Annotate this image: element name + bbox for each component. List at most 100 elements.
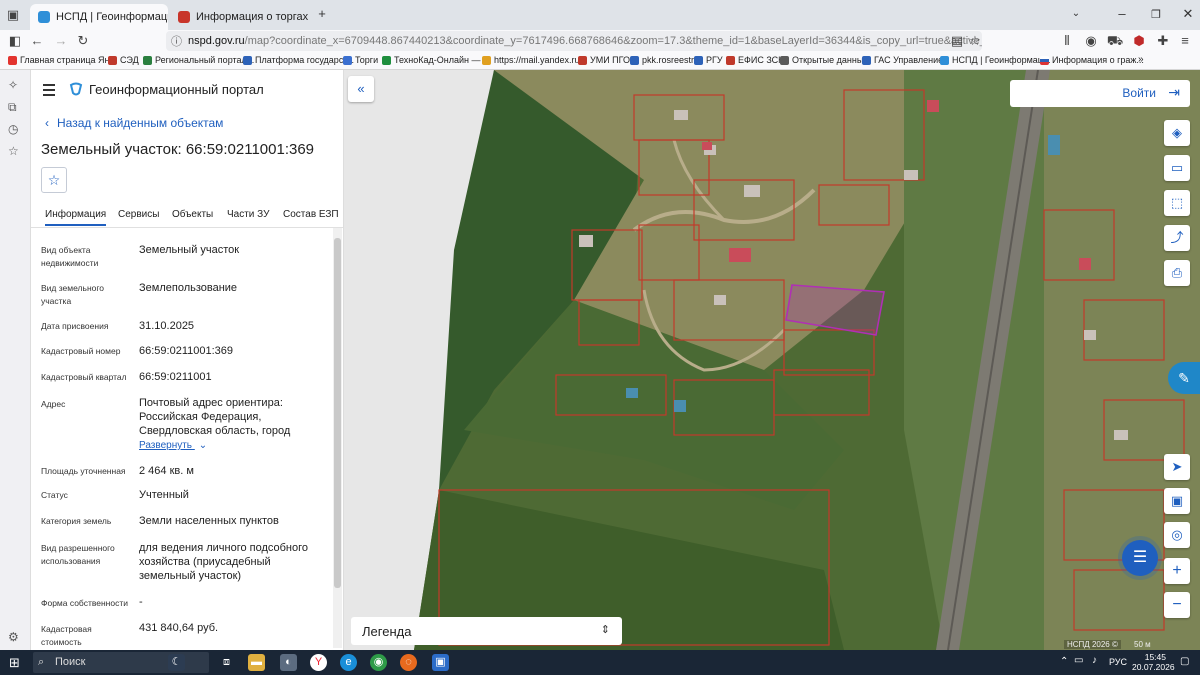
- bookmark-item[interactable]: ТехноКад-Онлайн — ...: [382, 55, 491, 65]
- close-window-icon[interactable]: ✕: [1178, 6, 1198, 22]
- chat-button[interactable]: ☰: [1122, 540, 1158, 576]
- app-icon[interactable]: ◐: [280, 654, 297, 671]
- tray-overflow-icon[interactable]: ⌃: [1060, 656, 1068, 667]
- reader-view-icon[interactable]: ▤: [948, 33, 966, 49]
- network-icon[interactable]: ▭: [1074, 655, 1083, 666]
- minimize-icon[interactable]: –: [1112, 6, 1132, 21]
- new-tab-icon[interactable]: +: [312, 6, 332, 21]
- file-explorer-icon[interactable]: ▬: [248, 654, 265, 671]
- support-badge-icon[interactable]: ✎: [1168, 362, 1200, 394]
- portal-title: Геоинформационный портал: [89, 82, 264, 97]
- windows-start-icon[interactable]: ⊞: [9, 655, 20, 671]
- bookmark-item[interactable]: ЕФИС ЗСН: [726, 55, 785, 65]
- cart-icon[interactable]: ⛟: [1106, 33, 1124, 51]
- menu-icon[interactable]: ≡: [1176, 33, 1194, 48]
- account-icon[interactable]: ◉: [1082, 33, 1100, 49]
- minimap-button[interactable]: ▣: [1164, 488, 1190, 514]
- sidebar-toggle-icon[interactable]: ◧: [6, 33, 24, 49]
- clock[interactable]: 15:45 20.07.2026: [1132, 652, 1175, 672]
- ruler-button[interactable]: ▭: [1164, 155, 1190, 181]
- nspd-icon: [940, 55, 949, 65]
- collapse-panel-button[interactable]: «: [348, 76, 374, 102]
- firefox-icon[interactable]: ◌: [400, 654, 417, 671]
- bookmark-item[interactable]: Главная страница Ян...: [8, 55, 117, 65]
- layers-button[interactable]: ◈: [1164, 120, 1190, 146]
- field-label: Дата присвоения: [41, 321, 109, 331]
- map-view[interactable]: « Войти ⇥ ◈ ▭ ⬚ ⤴ ⎙ ✎ ➤ ▣ ◎ ☰ + − Легенд…: [344, 70, 1200, 650]
- locate-button[interactable]: ➤: [1164, 454, 1190, 480]
- language-indicator[interactable]: РУС: [1109, 657, 1127, 667]
- bookmark-label: ЕФИС ЗСН: [738, 55, 785, 65]
- geolocation-button[interactable]: ◎: [1164, 522, 1190, 548]
- print-button[interactable]: ⎙: [1164, 260, 1190, 286]
- bookmarks-icon[interactable]: ☆: [8, 144, 19, 158]
- bookmark-item[interactable]: Торги: [343, 55, 378, 65]
- bookmark-item[interactable]: СЭД: [108, 55, 139, 65]
- bookmark-item[interactable]: РГУ: [694, 55, 723, 65]
- settings-gear-icon[interactable]: ⚙: [8, 630, 19, 644]
- clock-date: 20.07.2026: [1132, 662, 1175, 672]
- bookmark-item[interactable]: Открытые данные: [780, 55, 868, 65]
- address-bar[interactable]: ⓘ nspd.gov.ru/map?coordinate_x=6709448.8…: [166, 31, 982, 51]
- share-button[interactable]: ⤴: [1164, 225, 1190, 251]
- ai-sparkle-icon[interactable]: ✧: [8, 78, 18, 92]
- bookmark-item[interactable]: https://mail.yandex.ru/: [482, 55, 582, 65]
- panel-scrollbar-thumb[interactable]: [334, 238, 341, 588]
- bookmark-item[interactable]: НСПД | Геоинформац...: [940, 55, 1050, 65]
- notification-icon[interactable]: ▢: [1180, 656, 1189, 667]
- field-value: для ведения личного подсобного хозяйства…: [139, 542, 309, 582]
- extensions-icon[interactable]: ✚: [1154, 33, 1172, 49]
- history-icon[interactable]: ◷: [8, 122, 18, 136]
- bookmark-item[interactable]: Региональный портал...: [143, 55, 254, 65]
- legend-dropdown[interactable]: Легенда ⇕: [351, 617, 622, 645]
- yandex-browser-icon[interactable]: Y: [310, 654, 327, 671]
- bookmark-item[interactable]: pkk.rosreestr: [630, 55, 694, 65]
- browser-tab-torgi[interactable]: Информация о торгах — Глав ✕: [170, 4, 308, 30]
- synced-tabs-icon[interactable]: ⧉: [8, 100, 17, 115]
- bookmark-item[interactable]: ГАС Управление: [862, 55, 943, 65]
- tab-information[interactable]: Информация: [45, 209, 107, 226]
- bookmark-item[interactable]: УМИ ПГО: [578, 55, 630, 65]
- expand-address-link[interactable]: Развернуть ⌄: [139, 440, 207, 451]
- browser-tab-nspd[interactable]: НСПД | Геоинформационный ✕: [30, 4, 168, 30]
- tab-parts[interactable]: Части ЗУ: [227, 209, 269, 220]
- task-view-icon[interactable]: ⧈: [218, 654, 235, 671]
- restore-icon[interactable]: ❐: [1146, 8, 1166, 21]
- volume-icon[interactable]: ♪: [1092, 655, 1097, 666]
- zoom-in-button[interactable]: +: [1164, 558, 1190, 584]
- rgu-icon: [694, 55, 703, 65]
- edge-icon[interactable]: e: [340, 654, 357, 671]
- app-window-icon[interactable]: ▣: [432, 654, 449, 671]
- bookmark-item[interactable]: Платформа государст...: [243, 55, 354, 65]
- favorite-star-button[interactable]: ☆: [41, 167, 67, 193]
- tab-services[interactable]: Сервисы: [118, 209, 159, 220]
- yandex-icon: [8, 55, 17, 65]
- extension-shield-icon[interactable]: ⬢: [1130, 33, 1148, 49]
- select-area-button[interactable]: ⬚: [1164, 190, 1190, 216]
- tab-ezp-composition[interactable]: Состав ЕЗП: [283, 209, 339, 220]
- forward-icon[interactable]: →: [52, 33, 70, 48]
- bookmark-item[interactable]: Информация о граж...: [1040, 55, 1144, 65]
- bookmark-star-icon[interactable]: ☆: [966, 33, 984, 49]
- field-value: Почтовый адрес ориентира: Российская Фед…: [139, 397, 291, 437]
- chrome-icon[interactable]: ◉: [370, 654, 387, 671]
- reload-icon[interactable]: ↻: [74, 33, 92, 49]
- bookmarks-overflow-icon[interactable]: »: [1138, 54, 1144, 65]
- widgets-icon[interactable]: ☾: [168, 654, 185, 671]
- tab-overflow-chevron-icon[interactable]: ⌄: [1066, 8, 1086, 19]
- panel-tabs: Информация Сервисы Объекты Части ЗУ Сост…: [31, 206, 343, 228]
- library-icon[interactable]: ⫴: [1058, 33, 1076, 49]
- zoom-out-button[interactable]: −: [1164, 592, 1190, 618]
- hamburger-menu-icon[interactable]: [43, 84, 55, 99]
- tab-objects[interactable]: Объекты: [172, 209, 213, 220]
- parcel-title: Земельный участок: 66:59:0211001:369: [41, 141, 315, 158]
- windows-taskbar: ⊞ ⌕ Поиск ☾ ⧈ ▬ ◐ Y e ◉ ◌ ▣ ⌃ ▭ ♪ РУС 15…: [0, 650, 1200, 675]
- login-button[interactable]: Войти ⇥: [1010, 80, 1190, 107]
- nspd-favicon-icon: [38, 11, 50, 23]
- back-to-results-link[interactable]: ‹ Назад к найденным объектам: [45, 116, 223, 130]
- tab-list-icon[interactable]: ▣: [4, 7, 22, 23]
- field-value: Земельный участок: [139, 244, 240, 256]
- gov-icon: [243, 55, 252, 65]
- back-icon[interactable]: ←: [28, 33, 46, 48]
- site-info-icon[interactable]: ⓘ: [171, 33, 182, 49]
